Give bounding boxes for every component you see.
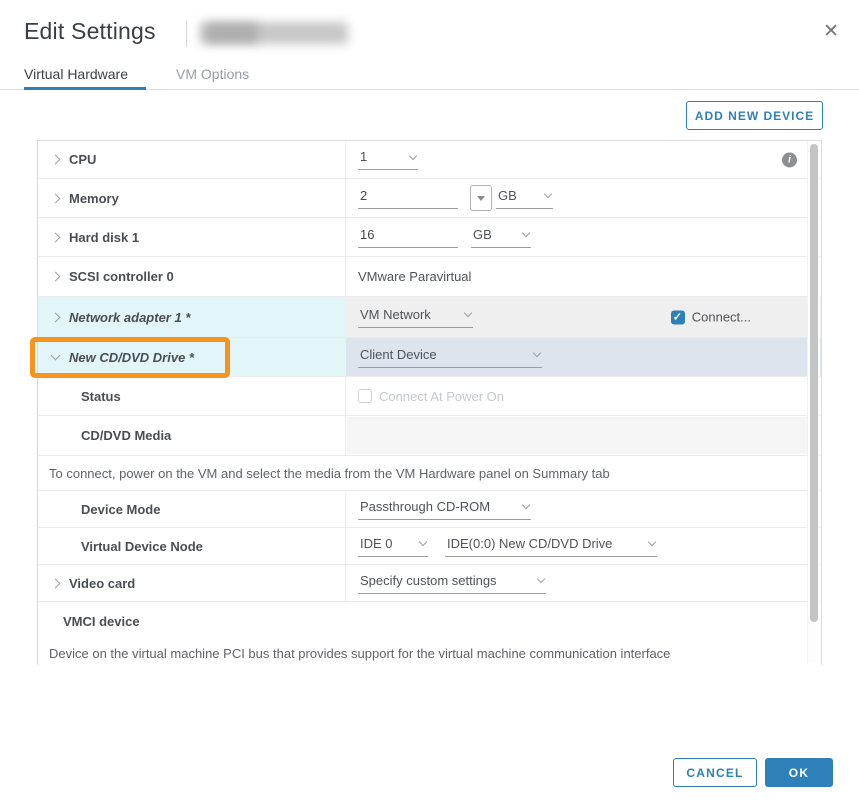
- virtual-hardware-table: CPU 1 i Memory 2 GB: [37, 140, 822, 665]
- ide-controller-value: IDE 0: [360, 536, 393, 551]
- memory-unit-value: GB: [498, 188, 517, 203]
- ok-button[interactable]: OK: [765, 758, 833, 787]
- row-hard-disk: Hard disk 1 16 GB: [38, 218, 821, 257]
- row-network-adapter: Network adapter 1 * VM Network Connect..…: [38, 297, 821, 338]
- network-select[interactable]: VM Network: [358, 307, 473, 328]
- memory-label: Memory: [69, 191, 119, 206]
- row-vmci-device: VMCI device: [38, 602, 821, 640]
- cd-dvd-drive-label: New CD/DVD Drive *: [69, 350, 194, 365]
- chevron-down-icon[interactable]: [51, 351, 61, 361]
- hard-disk-unit-select[interactable]: GB: [471, 227, 531, 248]
- hard-disk-unit-value: GB: [473, 227, 492, 242]
- hard-disk-size-input[interactable]: 16: [358, 227, 458, 248]
- chevron-down-icon: [409, 151, 417, 159]
- active-tab-indicator: [24, 87, 146, 90]
- video-card-settings-value: Specify custom settings: [360, 573, 497, 588]
- row-scsi-controller: SCSI controller 0 VMware Paravirtual: [38, 257, 821, 297]
- chevron-down-icon: [522, 501, 530, 509]
- memory-size-input[interactable]: 2: [358, 188, 458, 209]
- vmci-device-label: VMCI device: [63, 614, 140, 629]
- video-card-settings-select[interactable]: Specify custom settings: [358, 573, 546, 594]
- virtual-device-node-label: Virtual Device Node: [81, 539, 203, 554]
- chevron-down-icon: [537, 575, 545, 583]
- row-cd-dvd-media: CD/DVD Media: [38, 416, 821, 456]
- cpu-count-value: 1: [360, 149, 367, 164]
- cd-dvd-media-disabled-field: [347, 417, 807, 454]
- cpu-count-select[interactable]: 1: [358, 149, 418, 170]
- scsi-label: SCSI controller 0: [69, 269, 174, 284]
- cd-dvd-type-select[interactable]: Client Device: [358, 347, 542, 368]
- device-mode-value: Passthrough CD-ROM: [360, 499, 490, 514]
- device-node-value: IDE(0:0) New CD/DVD Drive: [447, 536, 612, 551]
- row-memory: Memory 2 GB: [38, 179, 821, 218]
- chevron-right-icon[interactable]: [51, 155, 61, 165]
- tab-virtual-hardware[interactable]: Virtual Hardware: [24, 66, 128, 82]
- connect-at-power-on-checkbox[interactable]: [358, 389, 372, 403]
- memory-suggest-dropdown-button[interactable]: [470, 185, 492, 211]
- connect-note: To connect, power on the VM and select t…: [38, 456, 821, 491]
- connect-label: Connect...: [692, 310, 751, 325]
- add-new-device-button[interactable]: ADD NEW DEVICE: [686, 101, 823, 130]
- chevron-down-icon: [648, 538, 656, 546]
- scrollbar-thumb[interactable]: [810, 144, 818, 622]
- network-adapter-label: Network adapter 1 *: [69, 310, 190, 325]
- status-connect-option: Connect At Power On: [358, 389, 504, 404]
- network-connect-option: Connect...: [671, 310, 751, 325]
- video-card-label: Video card: [69, 576, 135, 591]
- chevron-down-icon: [522, 229, 530, 237]
- chevron-right-icon[interactable]: [51, 193, 61, 203]
- edit-settings-dialog: Edit Settings ✕ Virtual Hardware VM Opti…: [0, 0, 859, 811]
- device-mode-select[interactable]: Passthrough CD-ROM: [358, 499, 531, 520]
- connect-checkbox[interactable]: [671, 310, 685, 324]
- cd-dvd-media-label: CD/DVD Media: [81, 428, 171, 443]
- device-node-select[interactable]: IDE(0:0) New CD/DVD Drive: [445, 536, 657, 557]
- row-cd-dvd-drive: New CD/DVD Drive * Client Device: [38, 338, 821, 377]
- chevron-right-icon[interactable]: [51, 312, 61, 322]
- device-mode-label: Device Mode: [81, 502, 160, 517]
- cd-dvd-type-value: Client Device: [360, 347, 437, 362]
- ide-controller-select[interactable]: IDE 0: [358, 536, 428, 557]
- memory-unit-select[interactable]: GB: [496, 188, 553, 209]
- row-virtual-device-node: Virtual Device Node IDE 0 IDE(0:0) New C…: [38, 528, 821, 565]
- title-divider: [186, 21, 187, 47]
- status-label: Status: [81, 389, 121, 404]
- close-icon[interactable]: ✕: [823, 22, 839, 41]
- row-status: Status Connect At Power On: [38, 377, 821, 416]
- chevron-down-icon: [533, 349, 541, 357]
- dialog-footer: CANCEL OK: [673, 758, 833, 787]
- scsi-value: VMware Paravirtual: [358, 269, 471, 284]
- vertical-scrollbar[interactable]: [807, 142, 820, 663]
- chevron-right-icon[interactable]: [51, 272, 61, 282]
- chevron-down-icon: [544, 190, 552, 198]
- row-device-mode: Device Mode Passthrough CD-ROM: [38, 491, 821, 528]
- page-title: Edit Settings: [24, 18, 156, 45]
- info-icon[interactable]: i: [782, 152, 797, 167]
- chevron-right-icon[interactable]: [51, 232, 61, 242]
- cancel-button[interactable]: CANCEL: [673, 758, 757, 787]
- chevron-down-icon: [464, 309, 472, 317]
- row-cpu: CPU 1 i: [38, 141, 821, 179]
- row-video-card: Video card Specify custom settings: [38, 565, 821, 602]
- hard-disk-label: Hard disk 1: [69, 230, 139, 245]
- vm-name-redacted-overlay: [206, 24, 258, 42]
- connect-at-power-on-label: Connect At Power On: [379, 389, 504, 404]
- tab-vm-options[interactable]: VM Options: [176, 66, 249, 82]
- vmci-note: Device on the virtual machine PCI bus th…: [38, 640, 821, 666]
- cpu-label: CPU: [69, 152, 96, 167]
- tab-bar: Virtual Hardware VM Options: [0, 62, 859, 90]
- chevron-down-icon: [419, 538, 427, 546]
- chevron-right-icon[interactable]: [51, 578, 61, 588]
- network-value: VM Network: [360, 307, 431, 322]
